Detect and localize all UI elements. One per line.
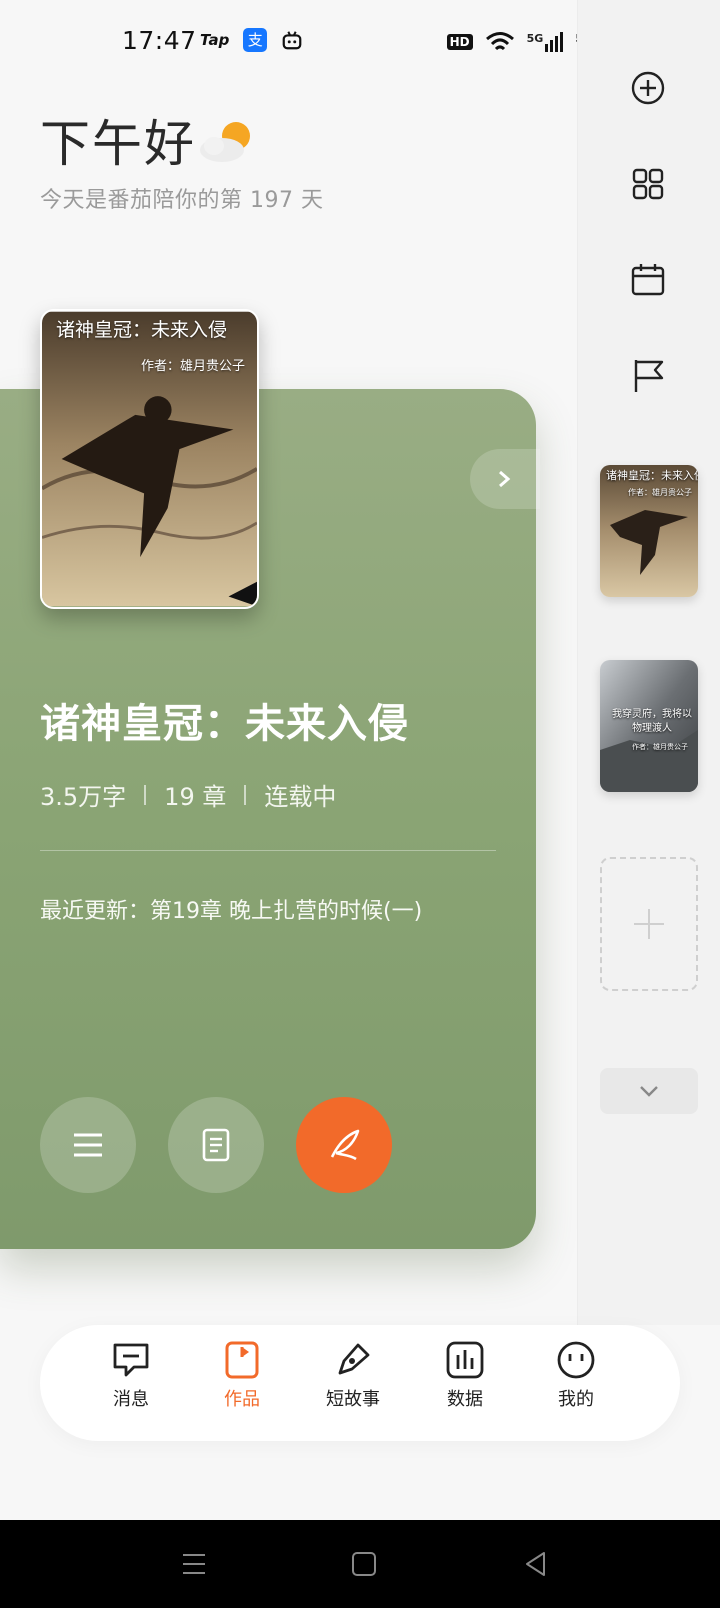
nav-short-stories[interactable]: 短故事 bbox=[308, 1339, 398, 1411]
alipay-icon: 支 bbox=[243, 28, 268, 52]
nav-profile[interactable]: 我的 bbox=[531, 1339, 621, 1411]
message-icon bbox=[113, 1343, 149, 1377]
recent-apps-icon[interactable] bbox=[180, 1550, 208, 1578]
chapter-list-button[interactable] bbox=[40, 1097, 136, 1193]
works-icon bbox=[225, 1341, 259, 1379]
book-status: 连载中 bbox=[264, 783, 337, 811]
system-nav-bar bbox=[0, 1520, 720, 1608]
bilibili-icon bbox=[282, 31, 302, 50]
nav-data[interactable]: 数据 bbox=[420, 1339, 510, 1411]
add-book-button[interactable] bbox=[600, 857, 698, 991]
tap-icon: Tap bbox=[200, 31, 230, 49]
nav-label: 作品 bbox=[224, 1389, 260, 1410]
home-icon[interactable] bbox=[350, 1550, 378, 1578]
book-cover[interactable]: 诸神皇冠：未来入侵 作者：雄月贵公子 bbox=[40, 309, 259, 609]
document-icon bbox=[202, 1128, 230, 1162]
next-book-button[interactable] bbox=[470, 449, 540, 509]
rail-book-author: 作者：雄月贵公子 bbox=[628, 488, 692, 497]
nav-label: 短故事 bbox=[326, 1389, 380, 1410]
back-icon[interactable] bbox=[522, 1550, 550, 1578]
weather-cloudy-sun-icon bbox=[200, 122, 250, 162]
rail-book-cover-1[interactable]: 诸神皇冠：未来入侵 作者：雄月贵公子 bbox=[600, 465, 698, 597]
rail-book-title: 诸神皇冠：未来入侵 bbox=[606, 469, 698, 482]
flag-icon[interactable] bbox=[628, 356, 668, 396]
cover-author: 作者：雄月贵公子 bbox=[140, 359, 245, 374]
expand-more-button[interactable] bbox=[600, 1068, 698, 1114]
book-info-button[interactable] bbox=[168, 1097, 264, 1193]
status-time: 17:47 bbox=[122, 26, 197, 55]
chevron-down-icon bbox=[640, 1086, 658, 1097]
wifi-icon bbox=[485, 32, 514, 51]
hd-icon: HD bbox=[446, 34, 473, 50]
nav-label: 我的 bbox=[558, 1389, 594, 1410]
book-meta: 3.5万字 19 章 连载中 bbox=[40, 777, 336, 812]
chapter-count: 19 章 bbox=[164, 783, 227, 811]
cover-title: 诸神皇冠：未来入侵 bbox=[56, 319, 228, 341]
signal-5g-icon: 5G bbox=[527, 32, 564, 52]
greeting-subtitle: 今天是番茄陪你的第 197 天 bbox=[40, 188, 324, 213]
side-rail: 诸神皇冠：未来入侵 作者：雄月贵公子 我穿灵府，我将以物理渡人 作者：雄月贵公子 bbox=[577, 0, 720, 1325]
chevron-right-icon bbox=[499, 470, 511, 488]
chart-icon bbox=[446, 1341, 484, 1379]
pen-icon bbox=[338, 1343, 370, 1375]
rail-book-cover-2[interactable]: 我穿灵府，我将以物理渡人 作者：雄月贵公子 bbox=[600, 660, 698, 792]
nav-works[interactable]: 作品 bbox=[197, 1339, 287, 1411]
cover-art bbox=[600, 465, 698, 597]
grid-icon[interactable] bbox=[628, 164, 668, 204]
calendar-icon[interactable] bbox=[628, 260, 668, 300]
profile-icon bbox=[557, 1341, 595, 1379]
nav-messages[interactable]: 消息 bbox=[86, 1339, 176, 1411]
bottom-nav: 消息 作品 短故事 数据 我的 bbox=[40, 1325, 680, 1441]
latest-update[interactable]: 最近更新：第19章 晚上扎营的时候(一) bbox=[40, 893, 422, 925]
write-icon bbox=[330, 1129, 360, 1161]
write-button[interactable] bbox=[296, 1097, 392, 1193]
nav-label: 消息 bbox=[113, 1389, 149, 1410]
rail-book-title: 我穿灵府，我将以物理渡人 bbox=[612, 709, 692, 734]
word-count: 3.5万字 bbox=[40, 783, 127, 811]
add-circle-icon[interactable] bbox=[628, 68, 668, 108]
divider bbox=[40, 850, 496, 851]
rail-book-author: 作者：雄月贵公子 bbox=[632, 743, 688, 751]
menu-icon bbox=[74, 1133, 102, 1157]
greeting-title: 下午好 bbox=[40, 115, 196, 173]
nav-label: 数据 bbox=[447, 1389, 483, 1410]
book-title: 诸神皇冠：未来入侵 bbox=[40, 701, 409, 747]
status-app-icons: Tap 支 bbox=[200, 28, 303, 52]
